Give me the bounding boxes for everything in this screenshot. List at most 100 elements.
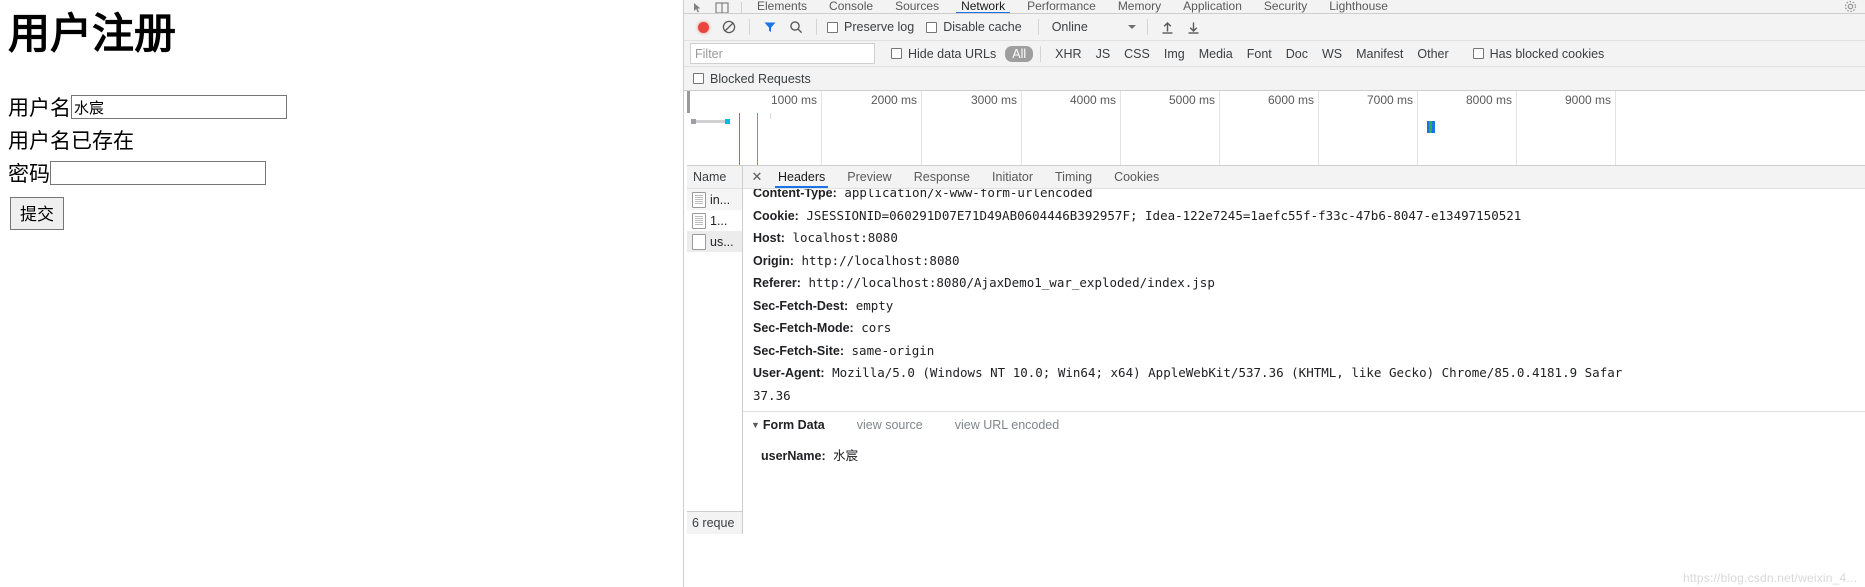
tab-lighthouse[interactable]: Lighthouse	[1318, 0, 1399, 13]
tab-application[interactable]: Application	[1172, 0, 1253, 13]
import-har-button[interactable]	[1155, 16, 1181, 38]
header-row: Cookie: JSESSIONID=060291D07E71D49AB0604…	[753, 205, 1865, 228]
tab-sources[interactable]: Sources	[884, 0, 950, 13]
timeline-tick-label: 4000 ms	[1069, 93, 1116, 107]
export-har-button[interactable]	[1181, 16, 1207, 38]
timeline-tick-label: 5000 ms	[1168, 93, 1215, 107]
username-row: 用户名	[8, 92, 683, 122]
header-value: Mozilla/5.0 (Windows NT 10.0; Win64; x64…	[832, 365, 1623, 380]
requests-name-column: Name in... 1... us... 6 reque	[687, 166, 743, 534]
timeline-tick-label: 9000 ms	[1564, 93, 1611, 107]
chevron-down-icon: ▼	[751, 420, 760, 430]
header-row: Sec-Fetch-Dest: empty	[753, 295, 1865, 318]
close-icon[interactable]: ✕	[747, 167, 767, 187]
device-toolbar-icon[interactable]	[715, 2, 729, 13]
clear-button[interactable]	[716, 16, 742, 38]
password-input[interactable]	[50, 161, 266, 186]
filter-type-manifest[interactable]: Manifest	[1349, 47, 1410, 61]
timeline-tick: 6000 ms	[1220, 91, 1319, 165]
tab-memory[interactable]: Memory	[1107, 0, 1172, 13]
request-detail-subtabs: ✕ Headers Preview Response Initiator Tim…	[743, 166, 1865, 189]
document-icon	[692, 212, 706, 229]
filter-type-img[interactable]: Img	[1157, 47, 1192, 61]
inspect-element-icon[interactable]	[692, 2, 706, 13]
tab-security[interactable]: Security	[1253, 0, 1318, 13]
record-button[interactable]	[690, 16, 716, 38]
header-row: Sec-Fetch-Mode: cors	[753, 317, 1865, 340]
form-data-value: 水宸	[833, 448, 859, 463]
settings-gear-icon[interactable]	[1844, 0, 1857, 13]
table-row[interactable]: us...	[687, 231, 742, 252]
subtab-preview[interactable]: Preview	[836, 166, 902, 188]
timeline-selection-handle-right[interactable]	[725, 119, 730, 124]
tab-console[interactable]: Console	[818, 0, 884, 13]
subtab-initiator[interactable]: Initiator	[981, 166, 1044, 188]
checkbox-box	[827, 21, 838, 33]
hide-data-urls-label: Hide data URLs	[908, 46, 997, 61]
requests-column-header[interactable]: Name	[687, 166, 742, 189]
timeline-selection-handle-left[interactable]	[691, 119, 696, 124]
subtab-headers[interactable]: Headers	[767, 166, 836, 188]
subtab-timing[interactable]: Timing	[1044, 166, 1103, 188]
throttling-select[interactable]: Online	[1046, 20, 1140, 34]
requests-status-bar: 6 reque	[687, 511, 742, 534]
view-source-link[interactable]: view source	[857, 418, 923, 432]
filter-type-css[interactable]: CSS	[1117, 47, 1157, 61]
preserve-log-checkbox[interactable]: Preserve log	[824, 20, 923, 34]
subtab-response[interactable]: Response	[903, 166, 981, 188]
network-toolbar: Preserve log Disable cache Online	[684, 14, 1865, 41]
throttling-value: Online	[1051, 20, 1088, 34]
timeline-tick-label: 8000 ms	[1465, 93, 1512, 107]
tabstrip-divider	[741, 2, 742, 13]
download-icon	[1188, 22, 1199, 34]
filter-type-ws[interactable]: WS	[1315, 47, 1349, 61]
tab-elements[interactable]: Elements	[746, 0, 818, 13]
hide-data-urls-checkbox[interactable]: Hide data URLs	[888, 47, 1005, 61]
filter-type-media[interactable]: Media	[1192, 47, 1240, 61]
timeline-minor-marker	[770, 113, 771, 119]
filter-type-other[interactable]: Other	[1410, 47, 1455, 61]
checkbox-box	[891, 48, 902, 59]
filter-type-js[interactable]: JS	[1089, 47, 1118, 61]
blocked-requests-checkbox[interactable]: Blocked Requests	[690, 72, 820, 86]
tab-performance[interactable]: Performance	[1016, 0, 1107, 13]
timeline-selection-bar[interactable]	[691, 120, 727, 123]
disable-cache-checkbox[interactable]: Disable cache	[923, 20, 1031, 34]
search-button[interactable]	[783, 16, 809, 38]
timeline-request-bar[interactable]	[1427, 121, 1435, 133]
header-value: localhost:8080	[792, 230, 898, 245]
filter-type-xhr[interactable]: XHR	[1048, 47, 1088, 61]
username-label: 用户名	[8, 96, 71, 121]
document-icon	[692, 233, 706, 250]
view-url-encoded-link[interactable]: view URL encoded	[955, 418, 1059, 432]
filter-type-font[interactable]: Font	[1240, 47, 1279, 61]
network-timeline-overview[interactable]: 1000 ms 2000 ms 3000 ms 4000 ms 5000 ms …	[687, 91, 1865, 166]
tab-network[interactable]: Network	[950, 0, 1016, 13]
subtab-cookies[interactable]: Cookies	[1103, 166, 1170, 188]
filter-input[interactable]	[690, 43, 875, 64]
header-name: Origin:	[753, 253, 794, 268]
header-name: Content-Type:	[753, 189, 837, 200]
filter-type-all[interactable]: All	[1005, 45, 1034, 62]
request-headers-list: Content-Type: application/x-www-form-url…	[743, 189, 1865, 407]
request-name: in...	[710, 192, 731, 207]
filter-type-doc[interactable]: Doc	[1279, 47, 1315, 61]
form-data-header[interactable]: ▼ Form Data view source view URL encoded	[751, 418, 1865, 432]
timeline-tick-label: 7000 ms	[1366, 93, 1413, 107]
table-row[interactable]: 1...	[687, 210, 742, 231]
header-name: Referer:	[753, 276, 801, 290]
submit-button[interactable]: 提交	[10, 197, 64, 231]
checkbox-box	[926, 21, 938, 33]
request-headers-body[interactable]: Content-Type: application/x-www-form-url…	[743, 189, 1865, 534]
filter-divider	[1040, 45, 1042, 62]
toolbar-divider-4	[1146, 19, 1148, 35]
timeline-domcontentloaded-line	[739, 113, 740, 165]
username-input[interactable]	[71, 95, 287, 120]
table-row[interactable]: in...	[687, 189, 742, 210]
form-data-entry: userName: 水宸	[761, 445, 1865, 464]
has-blocked-cookies-checkbox[interactable]: Has blocked cookies	[1470, 47, 1614, 61]
filter-toggle-button[interactable]	[757, 16, 783, 38]
header-value: JSESSIONID=060291D07E71D49AB0604446B3929…	[806, 207, 1522, 223]
timeline-request-bar-segment	[1429, 121, 1432, 133]
devtools-dock-icons	[686, 2, 737, 13]
